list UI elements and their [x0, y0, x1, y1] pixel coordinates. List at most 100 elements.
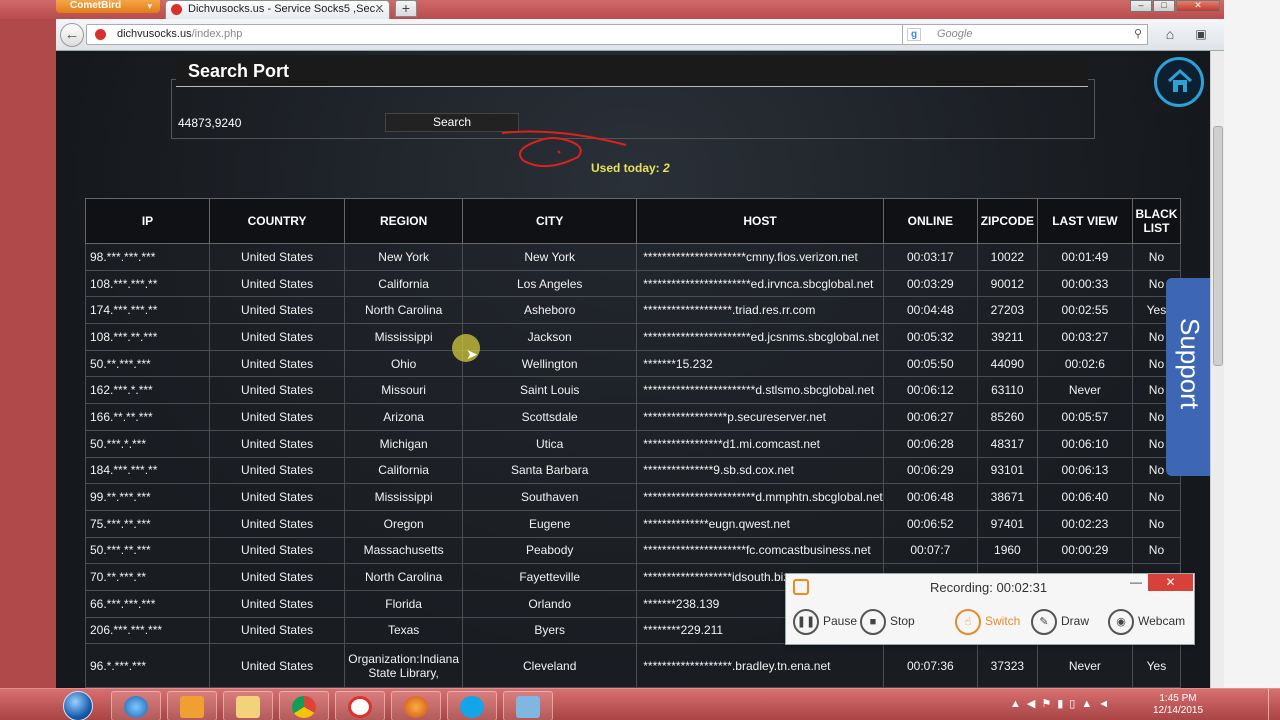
- maximize-button[interactable]: □: [1153, 0, 1175, 12]
- minimize-button[interactable]: –: [1130, 0, 1152, 12]
- clock[interactable]: 1:45 PM 12/14/2015: [1145, 693, 1211, 717]
- switch-button[interactable]: ☝ Switch: [955, 607, 1020, 635]
- cell-city: Orlando: [462, 589, 638, 618]
- cell-host: *******************.triad.res.rr.com: [636, 296, 884, 325]
- cell-country: United States: [209, 456, 346, 485]
- recorder-close-button[interactable]: ✕: [1148, 574, 1193, 591]
- cell-black-list: No: [1131, 509, 1182, 538]
- cell-ip[interactable]: 75.***.**.***: [84, 509, 211, 538]
- cell-black-list: No: [1131, 243, 1182, 271]
- home-circle-icon[interactable]: [1154, 57, 1204, 107]
- cell-online: 00:07:36: [882, 643, 978, 688]
- draw-button[interactable]: ✎ Draw: [1031, 607, 1089, 635]
- home-icon[interactable]: ⌂: [1158, 24, 1182, 45]
- cell-host: **************eugn.qwest.net: [636, 509, 884, 538]
- cell-host: ******************p.secureserver.net: [636, 403, 884, 431]
- cell-ip[interactable]: 184.***.***.**: [84, 456, 211, 485]
- ie-taskbar-icon[interactable]: [111, 691, 161, 720]
- cell-ip[interactable]: 166.**.**.***: [84, 403, 211, 431]
- cell-ip[interactable]: 50.***.**.***: [84, 536, 211, 565]
- cell-last-view: 00:00:29: [1036, 536, 1133, 565]
- cell-country: United States: [209, 563, 346, 591]
- pause-button[interactable]: ❚❚ Pause: [793, 607, 857, 635]
- header-region[interactable]: REGION: [344, 198, 464, 244]
- cell-black-list: Yes: [1131, 643, 1182, 688]
- scrollbar-thumb[interactable]: [1213, 126, 1223, 366]
- search-engine-box[interactable]: g Google ⚲: [902, 24, 1148, 45]
- browser-tab[interactable]: Dichvusocks.us - Service Socks5 ,Sec... …: [165, 0, 390, 19]
- cell-region: Missouri: [344, 376, 464, 405]
- addon-icon[interactable]: ▣: [1189, 24, 1213, 45]
- cell-ip[interactable]: 98.***.***.***: [84, 243, 211, 271]
- used-today-indicator: Used today: 2: [591, 161, 670, 175]
- cell-ip[interactable]: 50.***.*.***: [84, 429, 211, 458]
- cell-host: ***************9.sb.sd.cox.net: [636, 456, 884, 485]
- back-arrow-icon[interactable]: ←: [60, 23, 84, 47]
- cell-online: 00:04:48: [882, 296, 978, 325]
- cell-ip[interactable]: 162.***.*.***: [84, 376, 211, 405]
- port-input[interactable]: [178, 114, 368, 132]
- header-host[interactable]: HOST: [636, 198, 884, 244]
- header-country[interactable]: COUNTRY: [209, 198, 346, 244]
- screen-recorder-widget: Recording: 00:02:31 — ✕ ❚❚ Pause ■ Stop ☝ S…: [785, 573, 1195, 645]
- navigation-toolbar: ← dichvusocks.us/index.php ☆▾↻ g Google …: [56, 19, 1224, 51]
- url-domain: dichvusocks.us: [117, 28, 192, 40]
- table-row: 50.**.***.*** United States Ohio Wellington…: [84, 349, 1182, 378]
- cell-online: 00:05:50: [882, 349, 978, 378]
- clock-time: 1:45 PM: [1159, 693, 1197, 704]
- cell-ip[interactable]: 108.***.***.**: [84, 269, 211, 298]
- cell-black-list: No: [1131, 483, 1182, 511]
- start-button-icon[interactable]: [63, 691, 93, 720]
- cell-country: United States: [209, 589, 346, 618]
- cell-city: Asheboro: [462, 296, 638, 325]
- tab-close-icon[interactable]: ✕: [375, 1, 384, 18]
- system-tray-icons[interactable]: ▲◀⚑▮▯▲◄: [1010, 697, 1115, 710]
- header-online[interactable]: ONLINE: [882, 198, 978, 244]
- support-tab[interactable]: Support: [1166, 278, 1210, 476]
- address-bar[interactable]: dichvusocks.us/index.php ☆▾↻: [86, 24, 951, 45]
- cell-ip[interactable]: 70.**.***.**: [84, 563, 211, 591]
- header-zipcode[interactable]: ZIPCODE: [976, 198, 1038, 244]
- media-player-taskbar-icon[interactable]: [167, 691, 217, 720]
- cell-last-view: 00:02:6: [1036, 349, 1133, 378]
- taskbar: ▲◀⚑▮▯▲◄ 1:45 PM 12/14/2015: [0, 688, 1280, 720]
- header-city[interactable]: CITY: [462, 198, 638, 244]
- cell-region: Michigan: [344, 429, 464, 458]
- cell-zipcode: 97401: [976, 509, 1038, 538]
- cell-last-view: 00:02:55: [1036, 296, 1133, 325]
- cell-online: 00:06:48: [882, 483, 978, 511]
- explorer-taskbar-icon[interactable]: [223, 691, 273, 720]
- cell-ip[interactable]: 50.**.***.***: [84, 349, 211, 378]
- google-icon[interactable]: g: [907, 28, 921, 41]
- webcam-button[interactable]: ◉ Webcam: [1108, 607, 1185, 635]
- cell-ip[interactable]: 96.*.***.***: [84, 643, 211, 688]
- table-row: 166.**.**.*** United States Arizona Scottsd…: [84, 403, 1182, 431]
- cell-ip[interactable]: 66.***.***.***: [84, 589, 211, 618]
- app-menu-button[interactable]: CometBird: [56, 0, 160, 13]
- page-scrollbar[interactable]: [1210, 51, 1224, 688]
- header-black-list[interactable]: BLACK LIST: [1131, 198, 1182, 244]
- show-desktop-button[interactable]: [1268, 689, 1280, 720]
- tab-title: Dichvusocks.us - Service Socks5 ,Sec...: [188, 3, 385, 15]
- header-last-view[interactable]: LAST VIEW: [1036, 198, 1133, 244]
- paint-taskbar-icon[interactable]: [503, 691, 553, 720]
- cell-online: 00:06:27: [882, 403, 978, 431]
- new-tab-button[interactable]: +: [395, 0, 417, 17]
- cell-ip[interactable]: 174.***.***.**: [84, 296, 211, 325]
- yandex-taskbar-icon[interactable]: [335, 691, 385, 720]
- recorder-minimize-button[interactable]: —: [1130, 575, 1142, 589]
- header-ip[interactable]: IP: [84, 198, 211, 244]
- firefox-taskbar-icon[interactable]: [391, 691, 441, 720]
- skype-taskbar-icon[interactable]: [447, 691, 497, 720]
- cell-last-view: 00:05:57: [1036, 403, 1133, 431]
- cell-host: **********************cmny.fios.verizon.…: [636, 243, 884, 271]
- cell-ip[interactable]: 99.**.***.***: [84, 483, 211, 511]
- url-favicon-icon: [95, 29, 106, 40]
- cell-ip[interactable]: 206.***.***.***: [84, 616, 211, 645]
- magnifier-icon[interactable]: ⚲: [1134, 25, 1142, 44]
- cell-host: ***********************ed.irvnca.sbcglob…: [636, 269, 884, 298]
- stop-button[interactable]: ■ Stop: [860, 607, 915, 635]
- chrome-taskbar-icon[interactable]: [279, 691, 329, 720]
- cell-ip[interactable]: 108.***.**.***: [84, 323, 211, 351]
- window-close-button[interactable]: ✕: [1176, 0, 1220, 12]
